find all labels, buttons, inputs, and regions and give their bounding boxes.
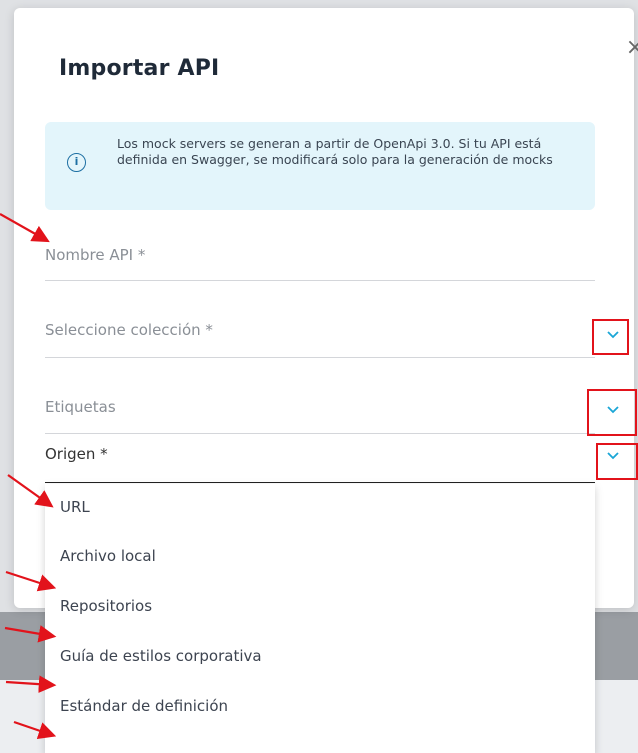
annotation-arrow — [0, 213, 50, 243]
annotation-arrow — [5, 570, 57, 592]
annotation-arrow — [13, 720, 57, 740]
annotation-arrow — [4, 625, 57, 643]
annotation-arrow — [5, 675, 57, 693]
annotation-arrow — [7, 474, 54, 508]
annotation-arrows — [0, 213, 57, 740]
